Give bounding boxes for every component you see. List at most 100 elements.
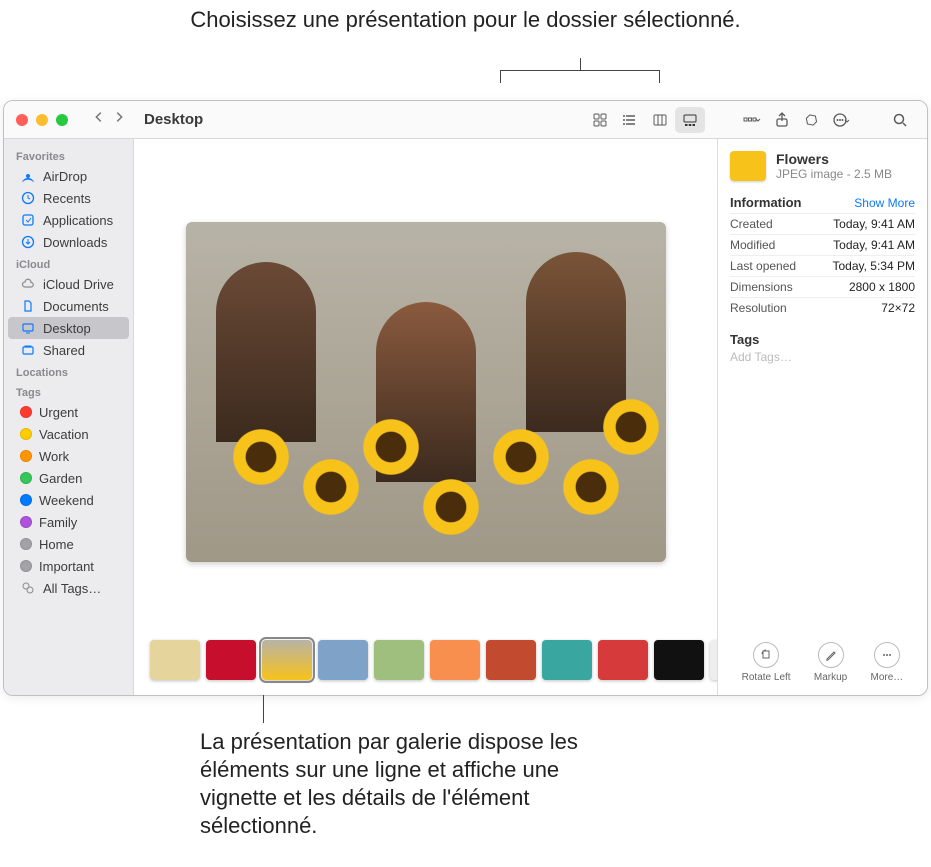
sidebar-item-downloads[interactable]: Downloads <box>8 231 129 253</box>
file-kind-size: JPEG image - 2.5 MB <box>776 167 892 181</box>
thumbnail[interactable] <box>654 640 704 680</box>
tags-button[interactable] <box>797 107 827 133</box>
sidebar-item-documents[interactable]: Documents <box>8 295 129 317</box>
sidebar-tag-family[interactable]: Family <box>8 511 129 533</box>
tag-dot-yellow <box>20 428 32 440</box>
sidebar-item-applications[interactable]: Applications <box>8 209 129 231</box>
sidebar: Favorites AirDrop Recents Applications D… <box>4 139 134 695</box>
app-icon <box>20 212 36 228</box>
thumbnail[interactable] <box>598 640 648 680</box>
sidebar-label: Vacation <box>39 427 89 442</box>
show-more-link[interactable]: Show More <box>854 196 915 210</box>
icon-view-button[interactable] <box>585 107 615 133</box>
cloud-icon <box>20 276 36 292</box>
file-name: Flowers <box>776 151 892 167</box>
tag-dot-red <box>20 406 32 418</box>
thumbnail[interactable] <box>206 640 256 680</box>
back-button[interactable] <box>92 110 106 129</box>
markup-action[interactable]: Markup <box>814 642 847 683</box>
sidebar-label: Weekend <box>39 493 94 508</box>
sidebar-tag-weekend[interactable]: Weekend <box>8 489 129 511</box>
thumbnail[interactable] <box>318 640 368 680</box>
sidebar-tag-garden[interactable]: Garden <box>8 467 129 489</box>
forward-button[interactable] <box>112 110 126 129</box>
main-pane <box>134 139 717 695</box>
rotate-left-action[interactable]: Rotate Left <box>742 642 791 683</box>
thumbnail[interactable] <box>542 640 592 680</box>
info-section-title: Information <box>730 195 802 210</box>
tag-dot-grey2 <box>20 560 32 572</box>
sidebar-label: Urgent <box>39 405 78 420</box>
thumbnail-selected[interactable] <box>262 640 312 680</box>
sidebar-label: All Tags… <box>43 581 101 596</box>
nav-arrows <box>92 110 126 129</box>
tag-dot-orange <box>20 450 32 462</box>
thumbnail-strip[interactable] <box>134 625 717 695</box>
sidebar-label: Garden <box>39 471 82 486</box>
sidebar-item-recents[interactable]: Recents <box>8 187 129 209</box>
doc-icon <box>20 298 36 314</box>
airdrop-icon <box>20 168 36 184</box>
sidebar-tag-urgent[interactable]: Urgent <box>8 401 129 423</box>
window-controls <box>16 114 68 126</box>
finder-window: Desktop Favorites AirDrop Recents Applic… <box>3 100 928 696</box>
thumbnail[interactable] <box>374 640 424 680</box>
action-button[interactable] <box>827 107 857 133</box>
more-icon <box>874 642 900 668</box>
info-pane: Flowers JPEG image - 2.5 MB Information … <box>717 139 927 695</box>
sidebar-item-shared[interactable]: Shared <box>8 339 129 361</box>
add-tags-field[interactable]: Add Tags… <box>730 350 915 364</box>
info-header: Flowers JPEG image - 2.5 MB <box>730 151 915 181</box>
sidebar-item-icloud-drive[interactable]: iCloud Drive <box>8 273 129 295</box>
group-button[interactable] <box>737 107 767 133</box>
sidebar-label: Downloads <box>43 235 107 250</box>
info-row-modified: ModifiedToday, 9:41 AM <box>730 234 915 255</box>
sidebar-label: Documents <box>43 299 109 314</box>
tag-dot-green <box>20 472 32 484</box>
maximize-button[interactable] <box>56 114 68 126</box>
sidebar-label: Family <box>39 515 77 530</box>
alltags-icon <box>20 580 36 596</box>
share-button[interactable] <box>767 107 797 133</box>
clock-icon <box>20 190 36 206</box>
list-view-button[interactable] <box>615 107 645 133</box>
minimize-button[interactable] <box>36 114 48 126</box>
view-switcher <box>581 107 709 133</box>
shared-icon <box>20 342 36 358</box>
more-action[interactable]: More… <box>871 642 904 683</box>
info-row-created: CreatedToday, 9:41 AM <box>730 213 915 234</box>
bracket-callout <box>500 70 660 100</box>
sidebar-label: Important <box>39 559 94 574</box>
window-title: Desktop <box>144 111 203 128</box>
sidebar-tag-vacation[interactable]: Vacation <box>8 423 129 445</box>
download-icon <box>20 234 36 250</box>
sidebar-label: iCloud Drive <box>43 277 114 292</box>
annotation-bottom: La présentation par galerie dispose les … <box>200 728 630 841</box>
sidebar-label: Applications <box>43 213 113 228</box>
sidebar-tag-important[interactable]: Important <box>8 555 129 577</box>
close-button[interactable] <box>16 114 28 126</box>
sidebar-all-tags[interactable]: All Tags… <box>8 577 129 599</box>
gallery-view-button[interactable] <box>675 107 705 133</box>
titlebar: Desktop <box>4 101 927 139</box>
sidebar-item-desktop[interactable]: Desktop <box>8 317 129 339</box>
sidebar-label: Recents <box>43 191 91 206</box>
preview-image[interactable] <box>186 222 666 562</box>
thumbnail[interactable] <box>430 640 480 680</box>
info-row-resolution: Resolution72×72 <box>730 297 915 318</box>
search-button[interactable] <box>885 107 915 133</box>
rotate-icon <box>753 642 779 668</box>
tag-dot-purple <box>20 516 32 528</box>
callout-line <box>263 695 264 723</box>
thumbnail[interactable] <box>150 640 200 680</box>
desktop-icon <box>20 320 36 336</box>
sidebar-label: Work <box>39 449 69 464</box>
thumbnail[interactable] <box>710 640 717 680</box>
sidebar-item-airdrop[interactable]: AirDrop <box>8 165 129 187</box>
sidebar-header-locations: Locations <box>4 361 133 381</box>
sidebar-tag-work[interactable]: Work <box>8 445 129 467</box>
thumbnail[interactable] <box>486 640 536 680</box>
column-view-button[interactable] <box>645 107 675 133</box>
sidebar-tag-home[interactable]: Home <box>8 533 129 555</box>
tag-dot-blue <box>20 494 32 506</box>
